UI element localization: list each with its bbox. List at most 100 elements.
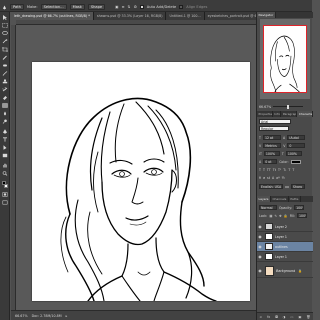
layer-row-background[interactable]: ◉ Background 🔒 [257, 264, 313, 278]
strikethrough-button[interactable]: T [292, 168, 294, 172]
layer-name[interactable]: Layer 2 [275, 225, 287, 229]
tab-document-1[interactable]: leth_drawing.psd @ 66.7% (outlines, RGB/… [11, 12, 94, 20]
opacity-field[interactable]: 100% [294, 205, 305, 210]
visibility-eye-icon[interactable]: ◉ [257, 242, 263, 252]
fraction-button[interactable]: ½ [282, 176, 285, 180]
brush-tool-icon[interactable] [2, 71, 8, 76]
kerning-field[interactable]: Metrics [263, 143, 282, 148]
layer-row-selected[interactable]: ◉ outlines [257, 242, 313, 252]
lock-pixels-icon[interactable]: ✎ [274, 214, 277, 218]
crop-tool-icon[interactable] [2, 47, 8, 52]
faux-bold-button[interactable]: T [259, 168, 261, 172]
vertical-scale-field[interactable]: 100% [263, 151, 280, 156]
visibility-eye-icon[interactable]: ◉ [257, 222, 263, 232]
foreground-color-swatch[interactable] [2, 181, 6, 185]
align-edges-checkbox[interactable] [179, 5, 184, 9]
font-size-field[interactable]: 12 pt [262, 135, 281, 140]
make-selection-button[interactable]: Selection... [40, 4, 67, 10]
font-style-select[interactable]: Regular [259, 126, 289, 131]
lock-transparent-icon[interactable]: ▦ [269, 214, 272, 218]
zoom-tool-icon[interactable] [2, 171, 8, 176]
healing-brush-tool-icon[interactable] [2, 63, 8, 68]
visibility-eye-icon[interactable]: ◉ [257, 232, 263, 242]
ligature-button[interactable]: fi [259, 176, 261, 180]
lock-all-icon[interactable]: 🔒 [284, 214, 288, 218]
document-canvas[interactable] [32, 62, 250, 301]
eraser-tool-icon[interactable] [2, 95, 8, 100]
move-tool-icon[interactable] [2, 15, 8, 20]
hand-tool-icon[interactable] [2, 163, 8, 168]
make-shape-button[interactable]: Shape [87, 4, 106, 10]
small-caps-button[interactable]: Tt [273, 168, 276, 172]
all-caps-button[interactable]: TT [267, 168, 271, 172]
settings-gear-icon[interactable]: ⚙ [134, 4, 137, 10]
tab-channels[interactable]: Channels [271, 196, 289, 202]
make-mask-button[interactable]: Mask [69, 4, 85, 10]
fill-field[interactable]: 100% [297, 213, 308, 218]
layer-row[interactable]: ◉ Layer 1 [257, 252, 313, 262]
layer-name[interactable]: Layer 1 [275, 255, 287, 259]
layer-name[interactable]: Layer 1 [275, 235, 287, 239]
mask-icon[interactable]: ◘ [275, 315, 278, 319]
history-brush-tool-icon[interactable] [2, 87, 8, 92]
gradient-tool-icon[interactable] [2, 103, 8, 108]
ordinal-button[interactable]: aª [276, 176, 279, 180]
navigator-thumbnail[interactable] [260, 19, 310, 99]
canvas-workspace[interactable] [16, 25, 256, 310]
tab-document-4[interactable]: eyesketches_portrait.psd @ 66.7% (Layer … [204, 12, 256, 20]
tab-paragraph[interactable]: Paragraph [281, 111, 298, 117]
new-layer-icon[interactable]: ▣ [298, 315, 301, 319]
status-arrow-icon[interactable]: ▸ [66, 314, 68, 318]
path-selection-tool-icon[interactable] [2, 145, 8, 150]
auto-add-delete-checkbox[interactable] [139, 5, 144, 9]
layer-row[interactable]: ◉ Layer 1 [257, 232, 313, 242]
pen-tool-icon[interactable] [2, 129, 8, 134]
tracking-field[interactable]: 0 [287, 143, 306, 148]
zoom-slider[interactable] [273, 104, 304, 109]
tab-document-2[interactable]: shawns.psd @ 33.3% (Layer 16, RGB/8) [93, 12, 167, 20]
adjustment-icon[interactable]: ◑ [283, 315, 286, 319]
swash-button[interactable]: σ [263, 176, 265, 180]
tab-document-3[interactable]: Untitled-1 @ 100... [166, 12, 205, 20]
eyedropper-tool-icon[interactable] [2, 55, 8, 60]
lock-position-icon[interactable]: ✥ [279, 214, 282, 218]
trash-icon[interactable]: 🗑 [306, 315, 310, 319]
tab-layers[interactable]: Layers [257, 196, 271, 202]
quick-mask-icon[interactable] [2, 192, 8, 197]
horizontal-scale-field[interactable]: 100% [285, 151, 302, 156]
path-alignment-icon[interactable]: ≡ [122, 4, 125, 10]
quick-selection-tool-icon[interactable] [2, 39, 8, 44]
language-select[interactable]: English: USA [259, 184, 283, 189]
leading-field[interactable]: (Auto) [287, 135, 306, 140]
visibility-eye-icon[interactable]: ◉ [257, 266, 263, 276]
tool-mode-select[interactable]: Path [10, 4, 24, 10]
dodge-tool-icon[interactable] [2, 119, 8, 124]
antialias-select[interactable]: Sharp [290, 184, 305, 189]
tab-character[interactable]: Character [297, 111, 313, 117]
layer-name[interactable]: Background [276, 269, 295, 273]
fx-icon[interactable]: fx [267, 315, 270, 319]
zoom-slider-handle[interactable] [287, 104, 290, 109]
titling-button[interactable]: A [272, 176, 274, 180]
text-color-swatch[interactable] [290, 159, 301, 164]
path-arrangement-icon[interactable]: ⇅ [128, 4, 131, 10]
tab-paths[interactable]: Paths [289, 196, 301, 202]
faux-italic-button[interactable]: T [263, 168, 265, 172]
clone-stamp-tool-icon[interactable] [2, 79, 8, 84]
path-operations-icon[interactable]: ▣ [115, 4, 118, 10]
underline-button[interactable]: T [288, 168, 290, 172]
tab-navigator[interactable]: Navigator [257, 12, 276, 18]
layer-row[interactable]: ◉ Layer 2 [257, 222, 313, 232]
visibility-eye-icon[interactable]: ◉ [257, 252, 263, 262]
lasso-tool-icon[interactable] [2, 31, 8, 36]
superscript-button[interactable]: T¹ [278, 168, 281, 172]
layer-name[interactable]: outlines [275, 245, 288, 249]
pen-tool-icon[interactable] [2, 5, 7, 10]
navigator-view-box[interactable] [263, 25, 307, 93]
tab-info[interactable]: Info [273, 111, 282, 117]
marquee-tool-icon[interactable] [2, 23, 8, 28]
blur-tool-icon[interactable] [2, 111, 8, 116]
folder-icon[interactable]: ▭ [290, 315, 293, 319]
screen-mode-icon[interactable] [2, 200, 8, 205]
tab-properties[interactable]: Properties [257, 111, 273, 117]
